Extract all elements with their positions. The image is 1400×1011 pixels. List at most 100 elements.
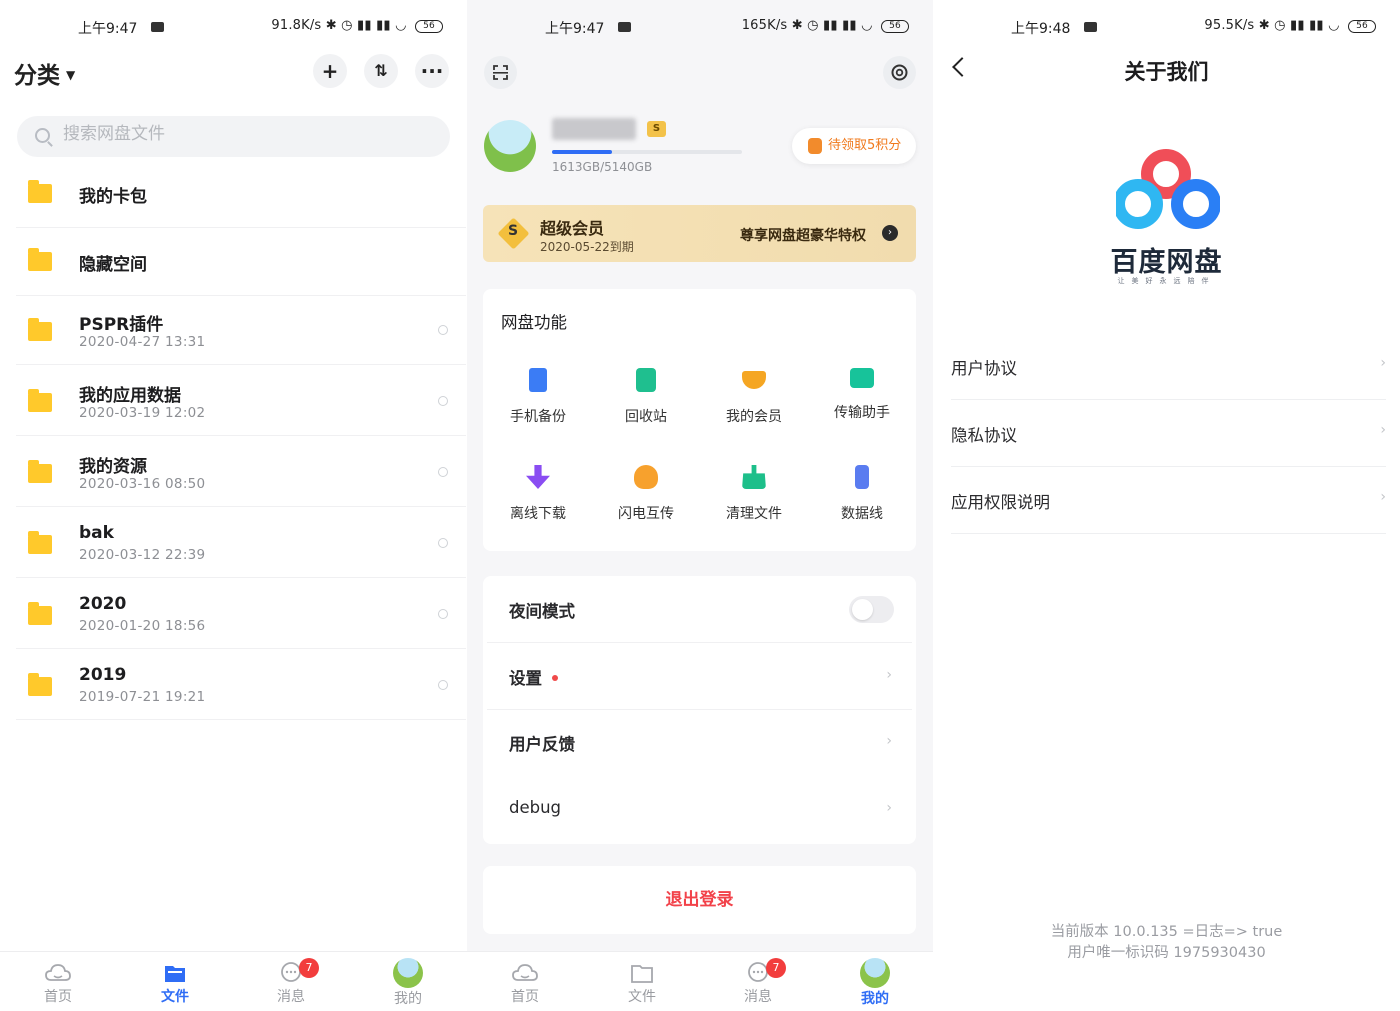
folder-name: 隐藏空间	[79, 255, 147, 275]
select-radio[interactable]	[438, 609, 448, 619]
chevron-right-icon: ›	[886, 733, 892, 749]
claim-points-label: 待领取5积分	[828, 138, 902, 153]
nav-label: 消息	[277, 989, 305, 1005]
feature-label: 清理文件	[726, 506, 782, 522]
feature-phone-backup[interactable]: 手机备份	[488, 368, 588, 426]
status-time: 上午9:47	[545, 21, 605, 37]
features-card: 网盘功能 手机备份 回收站 我的会员 传输助手 离线下载 闪电互传 清理文件 数…	[483, 289, 916, 551]
lightning-cloud-icon	[634, 465, 658, 489]
settings-gear-button[interactable]	[883, 56, 916, 89]
settings-row[interactable]: 设置 ›	[509, 643, 896, 710]
debug-row[interactable]: debug ›	[509, 776, 896, 843]
folder-row[interactable]: 隐藏空间	[16, 225, 466, 296]
quota-progress	[552, 150, 742, 154]
feedback-label: 用户反馈	[509, 735, 575, 754]
permissions-row[interactable]: 应用权限说明 ›	[951, 467, 1386, 534]
privacy-agreement-label: 隐私协议	[951, 426, 1017, 445]
select-radio[interactable]	[438, 467, 448, 477]
folder-icon	[28, 673, 52, 696]
message-badge: 7	[766, 958, 786, 978]
feature-data-cable[interactable]: 数据线	[812, 465, 912, 523]
plus-icon: +	[321, 59, 339, 83]
search-bar[interactable]	[17, 116, 450, 157]
message-icon	[151, 22, 164, 32]
folder-icon	[28, 531, 52, 554]
feature-label: 手机备份	[510, 409, 566, 425]
sort-icon: ⇅	[374, 61, 388, 80]
add-button[interactable]: +	[313, 54, 347, 88]
nav-files[interactable]: 文件	[145, 962, 205, 1006]
vip-diamond-letter: S	[508, 223, 519, 239]
vip-card[interactable]: S 超级会员 2020-05-22到期 尊享网盘超豪华特权 ›	[483, 205, 916, 262]
gear-icon	[891, 64, 908, 81]
status-bar: 上午9:47 165K/s ✱ ◷ ▮▮ ▮▮ ◡ 56	[467, 0, 933, 52]
bottom-nav: 首页 文件 消息 7 我的	[0, 951, 467, 1011]
folder-icon	[28, 318, 52, 341]
feature-recycle-bin[interactable]: 回收站	[596, 368, 696, 426]
select-radio[interactable]	[438, 538, 448, 548]
privacy-agreement-row[interactable]: 隐私协议 ›	[951, 400, 1386, 467]
feedback-row[interactable]: 用户反馈 ›	[509, 709, 896, 776]
nav-messages[interactable]: 消息 7	[728, 958, 788, 1006]
folder-row[interactable]: PSPR插件 2020-04-27 13:31	[16, 294, 466, 365]
feature-flash-transfer[interactable]: 闪电互传	[596, 465, 696, 523]
uid-line: 用户唯一标识码 1975930430	[1067, 945, 1266, 961]
feature-transfer-assistant[interactable]: 传输助手	[812, 368, 912, 422]
feature-membership[interactable]: 我的会员	[704, 368, 804, 426]
select-radio[interactable]	[438, 396, 448, 406]
search-input[interactable]	[63, 124, 423, 144]
user-agreement-row[interactable]: 用户协议 ›	[951, 333, 1386, 400]
cloud-icon	[512, 964, 538, 981]
claim-points-button[interactable]: 待领取5积分	[792, 128, 916, 164]
nav-me[interactable]: 我的	[378, 958, 438, 1008]
permissions-label: 应用权限说明	[951, 493, 1050, 512]
folder-date: 2020-01-20 18:56	[79, 618, 206, 634]
scan-button[interactable]	[484, 56, 517, 89]
folder-row[interactable]: 2019 2019-07-21 19:21	[16, 649, 466, 720]
bottom-nav: 首页 文件 消息 7 我的	[467, 951, 933, 1011]
avatar	[860, 958, 890, 988]
logout-button[interactable]: 退出登录	[483, 866, 916, 934]
nav-label: 首页	[44, 989, 72, 1005]
folder-name: 我的应用数据	[79, 386, 181, 406]
profile-avatar[interactable]	[484, 120, 536, 172]
nav-home[interactable]: 首页	[495, 962, 555, 1006]
nav-files[interactable]: 文件	[612, 962, 672, 1006]
feature-offline-download[interactable]: 离线下载	[488, 465, 588, 523]
avatar	[393, 958, 423, 988]
folder-row[interactable]: 我的资源 2020-03-16 08:50	[16, 436, 466, 507]
folder-row[interactable]: bak 2020-03-12 22:39	[16, 507, 466, 578]
nav-home[interactable]: 首页	[28, 962, 88, 1006]
network-speed: 165K/s	[741, 18, 788, 33]
status-bar: 上午9:48 95.5K/s ✱ ◷ ▮▮ ▮▮ ◡ 56	[933, 0, 1400, 52]
folder-icon	[631, 965, 653, 983]
folder-lock-icon	[28, 248, 52, 271]
network-speed: 91.8K/s	[271, 18, 322, 33]
trash-icon	[636, 368, 656, 392]
message-icon	[618, 22, 631, 32]
folder-date: 2020-03-16 08:50	[79, 476, 206, 492]
select-radio[interactable]	[438, 325, 448, 335]
folder-name: 我的资源	[79, 457, 147, 477]
arrow-right-icon: ›	[882, 225, 898, 241]
night-mode-label: 夜间模式	[509, 602, 575, 621]
night-mode-toggle[interactable]	[849, 596, 894, 623]
sort-button[interactable]: ⇅	[364, 54, 398, 88]
folder-name: bak	[79, 523, 114, 543]
category-title[interactable]: 分类 ▼	[14, 56, 75, 90]
profile-screen: 上午9:47 165K/s ✱ ◷ ▮▮ ▮▮ ◡ 56 S 1613GB/51…	[467, 0, 933, 1011]
nav-me[interactable]: 我的	[845, 958, 905, 1008]
broom-icon	[742, 465, 766, 489]
nav-label: 我的	[394, 991, 422, 1007]
select-radio[interactable]	[438, 680, 448, 690]
nav-label: 消息	[744, 989, 772, 1005]
status-bar: 上午9:47 91.8K/s ✱ ◷ ▮▮ ▮▮ ◡ 56	[0, 0, 467, 52]
folder-row[interactable]: 2020 2020-01-20 18:56	[16, 578, 466, 649]
vip-title: 超级会员	[540, 219, 605, 238]
nav-messages[interactable]: 消息 7	[261, 958, 321, 1006]
folder-row[interactable]: 我的应用数据 2020-03-19 12:02	[16, 365, 466, 436]
settings-label-text: 设置	[509, 669, 542, 688]
more-button[interactable]: ···	[415, 54, 449, 88]
feature-clean-files[interactable]: 清理文件	[704, 465, 804, 523]
folder-row[interactable]: 我的卡包	[16, 157, 466, 228]
